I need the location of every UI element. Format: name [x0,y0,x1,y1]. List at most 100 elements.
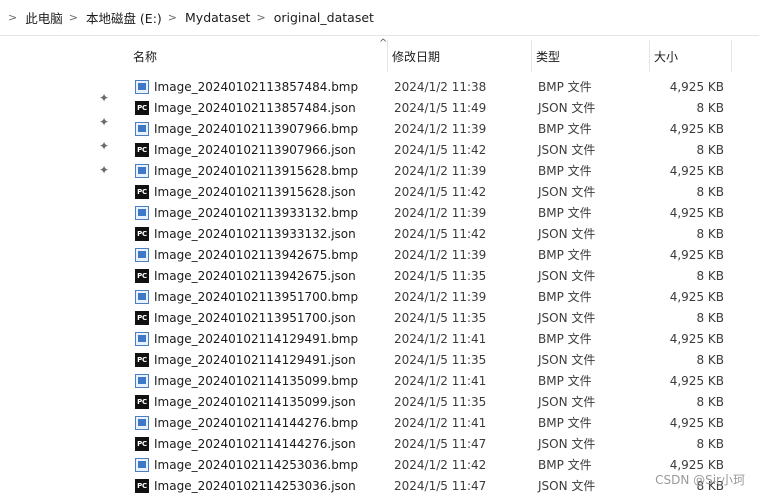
file-date: 2024/1/2 11:41 [394,373,487,388]
file-row[interactable]: Image_20240102114253036.bmp 2024/1/2 11:4… [129,454,735,475]
file-row[interactable]: PC Image_20240102114144276.json 2024/1/5 1… [129,433,735,454]
bmp-file-icon [135,457,149,472]
file-row[interactable]: PC Image_20240102113907966.json 2024/1/5 1… [129,139,735,160]
file-row[interactable]: PC Image_20240102114253036.json 2024/1/5 1… [129,475,735,496]
file-row[interactable]: Image_20240102113857484.bmp 2024/1/2 11:3… [129,76,735,97]
breadcrumb-item-mydataset[interactable]: Mydataset [185,10,250,25]
file-name-cell[interactable]: Image_20240102113857484.bmp [135,76,358,97]
chevron-right-icon[interactable]: > [256,11,265,24]
file-name-cell[interactable]: Image_20240102114129491.bmp [135,328,358,349]
file-name-cell[interactable]: PC Image_20240102114253036.json [135,475,356,496]
file-row[interactable]: PC Image_20240102113915628.json 2024/1/5 1… [129,181,735,202]
file-date: 2024/1/2 11:39 [394,205,487,220]
file-row[interactable]: PC Image_20240102113933132.json 2024/1/5 1… [129,223,735,244]
file-size: 8 KB [696,394,724,409]
file-name-cell[interactable]: Image_20240102113907966.bmp [135,118,358,139]
chevron-right-icon[interactable]: > [69,11,78,24]
file-date: 2024/1/5 11:47 [394,478,487,493]
file-size: 4,925 KB [669,289,724,304]
file-name-cell[interactable]: Image_20240102113933132.bmp [135,202,358,223]
file-name-cell[interactable]: PC Image_20240102114129491.json [135,349,356,370]
breadcrumb-item-original-dataset[interactable]: original_dataset [274,10,374,25]
file-row[interactable]: Image_20240102113933132.bmp 2024/1/2 11:3… [129,202,735,223]
file-name-cell[interactable]: PC Image_20240102114135099.json [135,391,356,412]
file-name-cell[interactable]: Image_20240102113951700.bmp [135,286,358,307]
file-name: Image_20240102113933132.json [154,226,356,241]
file-name: Image_20240102114135099.bmp [154,373,359,388]
file-name-cell[interactable]: PC Image_20240102113915628.json [135,181,356,202]
file-size: 4,925 KB [669,79,724,94]
file-size: 4,925 KB [669,121,724,136]
file-type: BMP 文件 [538,122,592,136]
file-size: 4,925 KB [669,247,724,262]
file-type: BMP 文件 [538,80,592,94]
file-name: Image_20240102113857484.bmp [154,79,359,94]
json-file-icon: PC [135,394,149,409]
file-size: 8 KB [696,184,724,199]
file-row[interactable]: PC Image_20240102114135099.json 2024/1/5 1… [129,391,735,412]
file-name-cell[interactable]: Image_20240102114144276.bmp [135,412,358,433]
column-header-name[interactable]: 名称 [129,40,388,72]
file-name-cell[interactable]: PC Image_20240102113933132.json [135,223,356,244]
breadcrumb-item-drive-e[interactable]: 本地磁盘 (E:) [86,8,162,27]
file-size: 4,925 KB [669,205,724,220]
file-row[interactable]: Image_20240102113951700.bmp 2024/1/2 11:3… [129,286,735,307]
file-name: Image_20240102113907966.json [154,142,356,157]
file-size: 8 KB [696,226,724,241]
address-breadcrumb[interactable]: > 此电脑 > 本地磁盘 (E:) > Mydataset > original… [0,0,759,36]
file-size: 4,925 KB [669,331,724,346]
file-name-cell[interactable]: Image_20240102113915628.bmp [135,160,358,181]
chevron-right-icon[interactable]: > [168,11,177,24]
file-date: 2024/1/5 11:42 [394,184,487,199]
file-date: 2024/1/2 11:39 [394,163,487,178]
bmp-file-icon [135,247,149,262]
file-name-cell[interactable]: Image_20240102114253036.bmp [135,454,358,475]
file-type: BMP 文件 [538,248,592,262]
bmp-file-icon [135,415,149,430]
file-type: JSON 文件 [538,395,596,409]
file-type: BMP 文件 [538,290,592,304]
file-name-cell[interactable]: Image_20240102114135099.bmp [135,370,358,391]
file-row[interactable]: Image_20240102113915628.bmp 2024/1/2 11:3… [129,160,735,181]
file-size: 4,925 KB [669,373,724,388]
file-row[interactable]: Image_20240102114135099.bmp 2024/1/2 11:4… [129,370,735,391]
bmp-file-icon [135,163,149,178]
bmp-file-icon [135,289,149,304]
pin-icon: ✦ [98,115,110,129]
chevron-right-icon[interactable]: > [8,11,17,24]
file-name: Image_20240102114144276.json [154,436,356,451]
file-name-cell[interactable]: PC Image_20240102113907966.json [135,139,356,160]
file-name-cell[interactable]: PC Image_20240102113951700.json [135,307,356,328]
file-row[interactable]: Image_20240102113907966.bmp 2024/1/2 11:3… [129,118,735,139]
file-name-cell[interactable]: PC Image_20240102113857484.json [135,97,356,118]
column-header-size[interactable]: 大小 [650,40,732,72]
file-row[interactable]: PC Image_20240102113857484.json 2024/1/5 1… [129,97,735,118]
breadcrumb-item-this-pc[interactable]: 此电脑 [25,8,63,27]
bmp-file-icon [135,121,149,136]
file-row[interactable]: PC Image_20240102113942675.json 2024/1/5 1… [129,265,735,286]
file-name-cell[interactable]: Image_20240102113942675.bmp [135,244,358,265]
file-date: 2024/1/5 11:35 [394,394,487,409]
file-type: BMP 文件 [538,332,592,346]
file-size: 8 KB [696,436,724,451]
bmp-file-icon [135,79,149,94]
file-date: 2024/1/2 11:42 [394,457,487,472]
file-type: JSON 文件 [538,101,596,115]
file-row[interactable]: PC Image_20240102113951700.json 2024/1/5 1… [129,307,735,328]
file-row[interactable]: Image_20240102114144276.bmp 2024/1/2 11:4… [129,412,735,433]
column-header-date[interactable]: 修改日期 [388,40,532,72]
pin-icon: ✦ [98,139,110,153]
file-row[interactable]: PC Image_20240102114129491.json 2024/1/5 1… [129,349,735,370]
json-file-icon: PC [135,478,149,493]
file-row[interactable]: Image_20240102114129491.bmp 2024/1/2 11:4… [129,328,735,349]
file-type: JSON 文件 [538,437,596,451]
pin-icon: ✦ [98,91,110,105]
file-name: Image_20240102113951700.bmp [154,289,359,304]
column-header-type[interactable]: 类型 [532,40,650,72]
file-name-cell[interactable]: PC Image_20240102114144276.json [135,433,356,454]
file-size: 4,925 KB [669,415,724,430]
file-row[interactable]: Image_20240102113942675.bmp 2024/1/2 11:3… [129,244,735,265]
file-type: BMP 文件 [538,458,592,472]
file-name-cell[interactable]: PC Image_20240102113942675.json [135,265,356,286]
bmp-file-icon [135,373,149,388]
